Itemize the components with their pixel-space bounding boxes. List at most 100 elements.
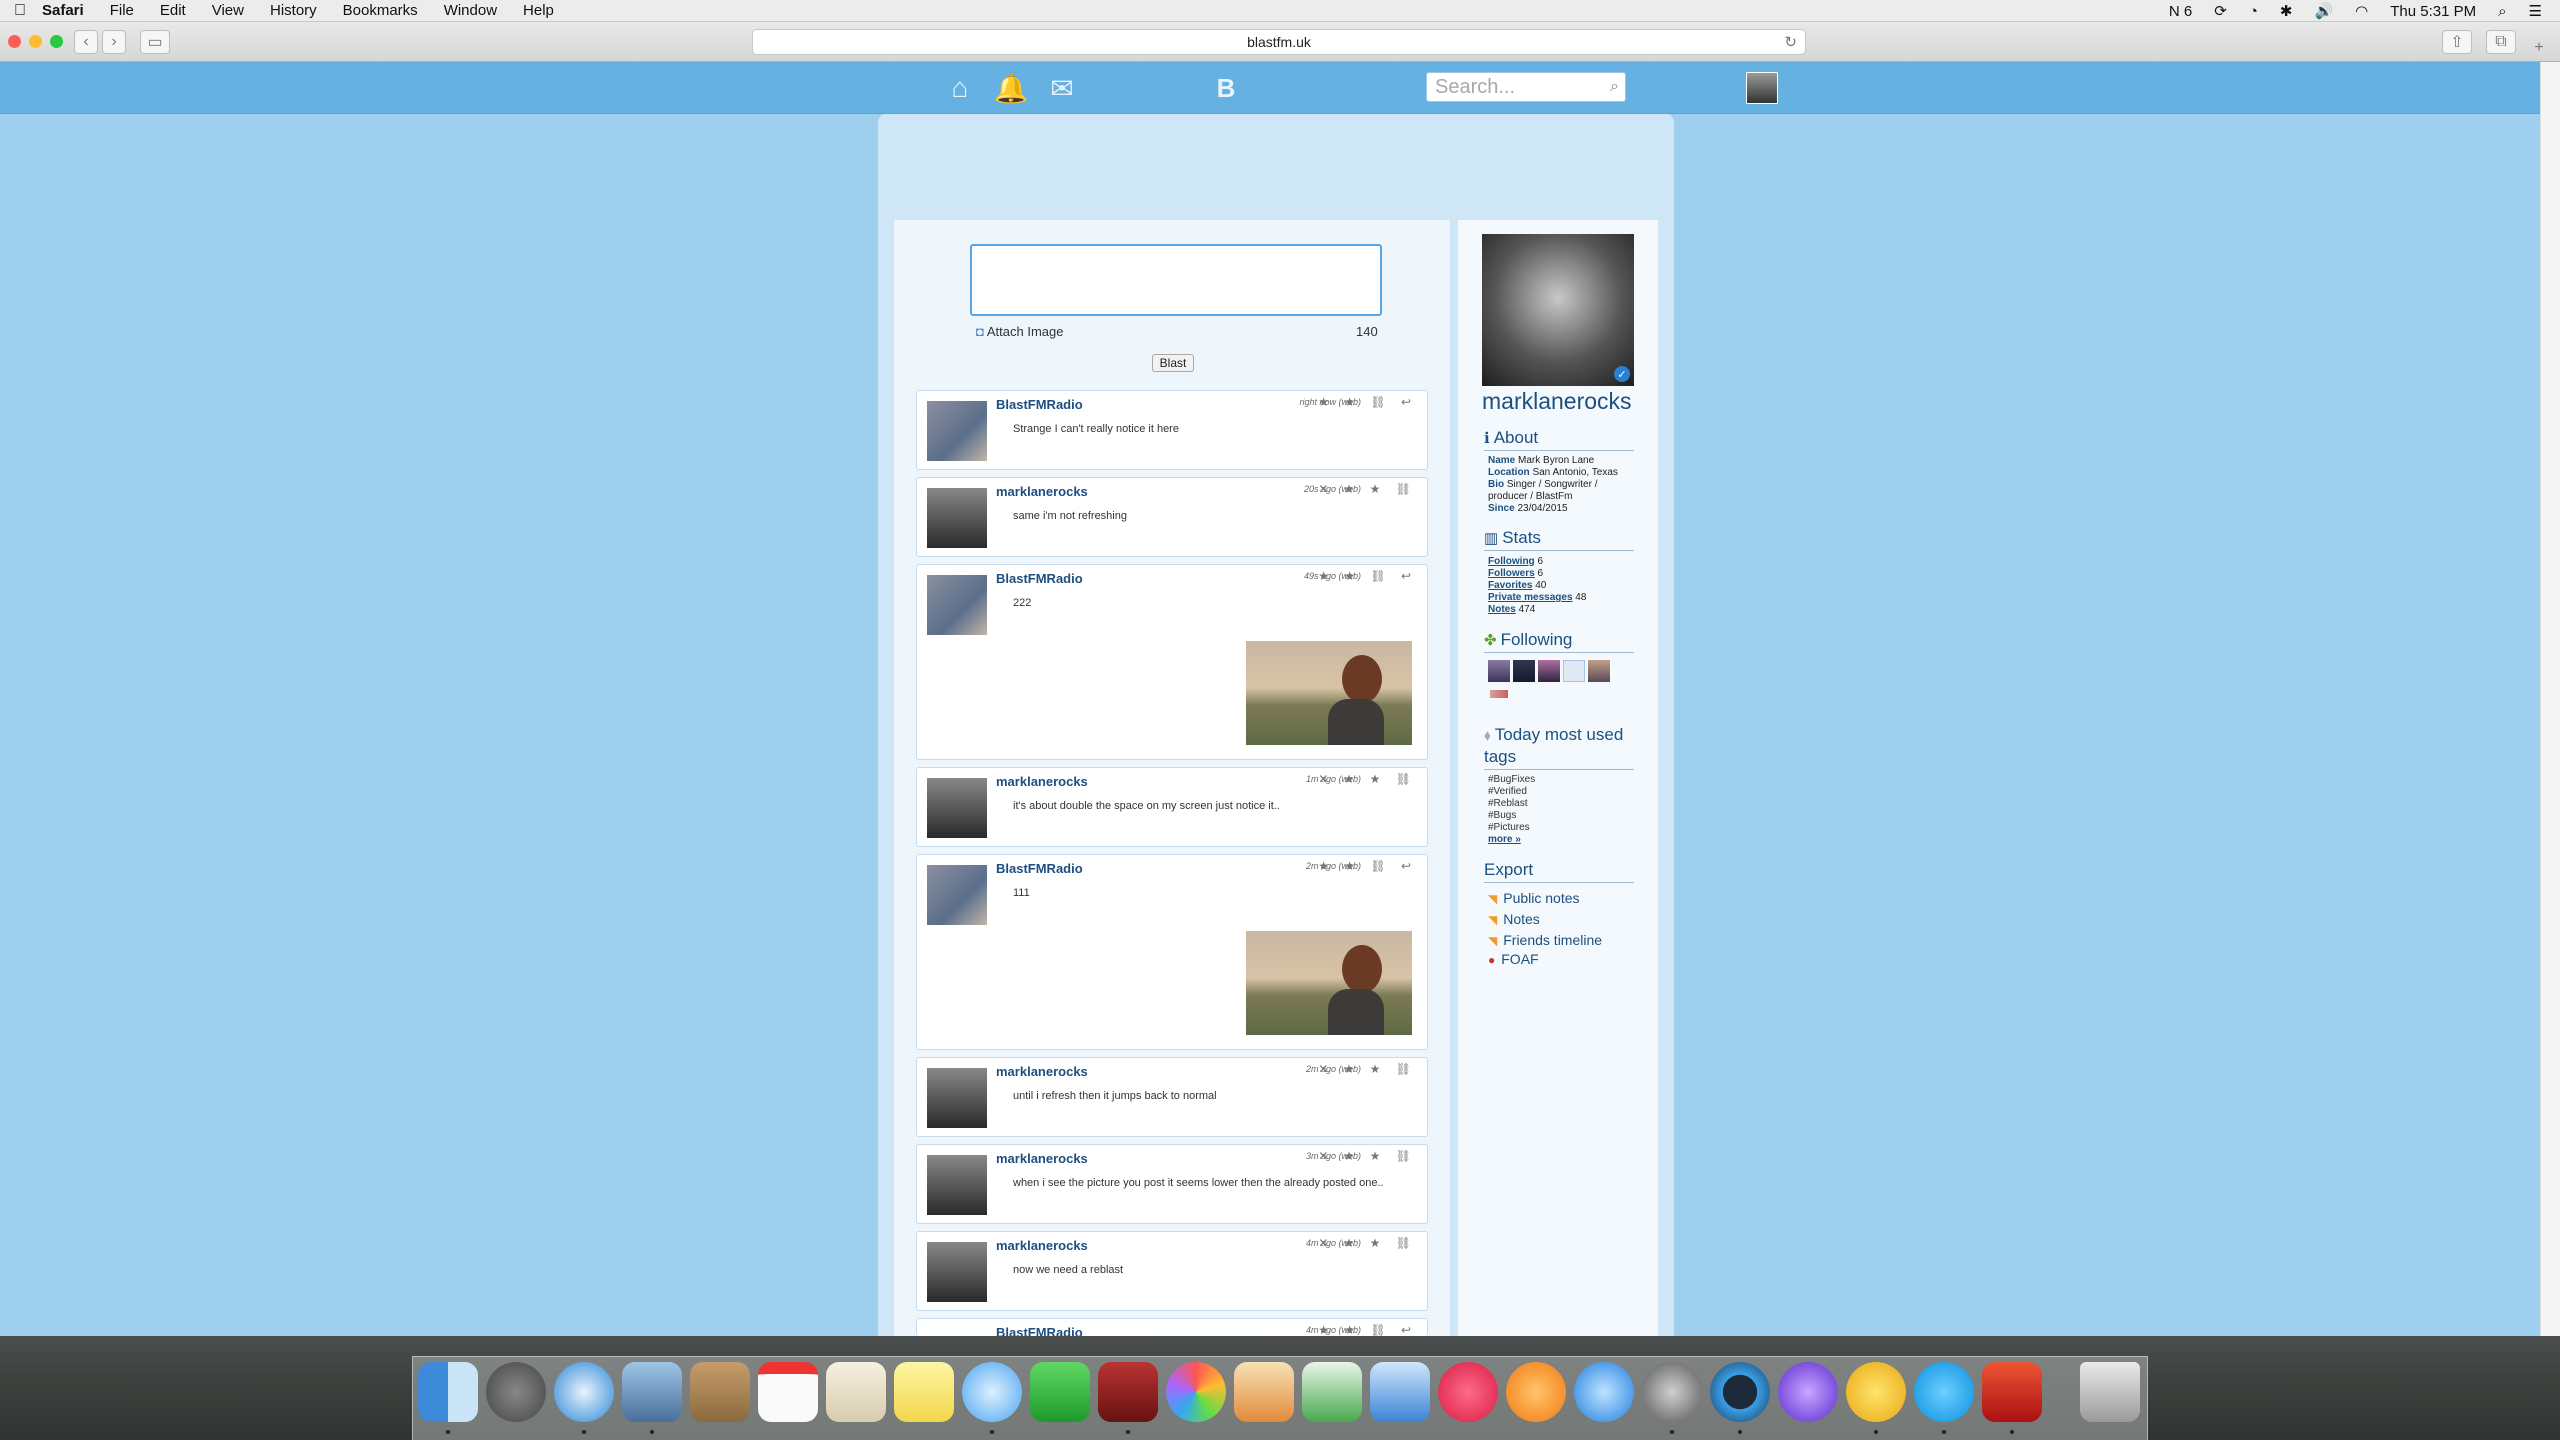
page-scrollbar[interactable] xyxy=(2540,62,2560,1336)
safari-icon[interactable] xyxy=(554,1362,614,1422)
post-username[interactable]: marklanerocks xyxy=(996,1064,1088,1079)
header-avatar[interactable] xyxy=(1746,72,1778,104)
app-store-icon[interactable] xyxy=(1574,1362,1634,1422)
post-image[interactable] xyxy=(1246,641,1412,745)
tabs-overview-button[interactable]: ⧉ xyxy=(2486,30,2516,54)
apple-menu-icon[interactable]:  xyxy=(14,2,42,20)
share-button[interactable]: ⇧ xyxy=(2442,30,2472,54)
address-bar[interactable]: blastfm.uk ↻ xyxy=(752,29,1806,55)
following-avatar[interactable] xyxy=(1538,660,1560,682)
post-avatar[interactable] xyxy=(927,1068,987,1128)
post-username[interactable]: marklanerocks xyxy=(996,1151,1088,1166)
wifi-icon[interactable]: ◠ xyxy=(2355,2,2368,20)
post-avatar[interactable] xyxy=(927,488,987,548)
sync-icon[interactable]: ⟳ xyxy=(2214,2,2227,20)
new-tab-button[interactable]: + xyxy=(2528,36,2550,60)
cyberduck-icon[interactable] xyxy=(1846,1362,1906,1422)
back-button[interactable]: ‹ xyxy=(74,30,98,54)
menu-help[interactable]: Help xyxy=(523,2,554,19)
tag-item[interactable]: #Bugs xyxy=(1488,810,1516,821)
profile-avatar[interactable]: ✓ xyxy=(1482,234,1634,386)
imovie-icon[interactable] xyxy=(1778,1362,1838,1422)
tag-item[interactable]: #Verified xyxy=(1488,786,1527,797)
notes-icon[interactable] xyxy=(894,1362,954,1422)
mail-icon[interactable] xyxy=(622,1362,682,1422)
photos-icon[interactable] xyxy=(1166,1362,1226,1422)
notification-center-icon[interactable]: ☰ xyxy=(2529,2,2542,20)
post-actions[interactable]: ★ ★ ⛓ ↩ xyxy=(1318,395,1417,409)
notifications-icon[interactable]: 🔔 xyxy=(994,72,1029,104)
search-icon[interactable]: ⌕ xyxy=(1610,73,1619,101)
menu-window[interactable]: Window xyxy=(444,2,497,19)
following-avatar[interactable] xyxy=(1490,690,1508,698)
finder-icon[interactable] xyxy=(418,1362,478,1422)
volume-icon[interactable]: 🔊 xyxy=(2314,2,2333,20)
export-notes[interactable]: ◥ Notes xyxy=(1488,911,1540,927)
ibooks-icon[interactable] xyxy=(1506,1362,1566,1422)
numbers-icon[interactable] xyxy=(1302,1362,1362,1422)
following-avatar[interactable] xyxy=(1588,660,1610,682)
post-avatar[interactable] xyxy=(927,1155,987,1215)
post-username[interactable]: marklanerocks xyxy=(996,1238,1088,1253)
export-friends-timeline[interactable]: ◥ Friends timeline xyxy=(1488,932,1602,948)
itunes-icon[interactable] xyxy=(1438,1362,1498,1422)
photo-booth-icon[interactable] xyxy=(1098,1362,1158,1422)
quicktime-icon[interactable] xyxy=(1710,1362,1770,1422)
post-username[interactable]: BlastFMRadio xyxy=(996,861,1083,876)
post-actions[interactable]: ✕ ★ ★ ⛓ xyxy=(1318,1062,1417,1076)
export-foaf[interactable]: ● FOAF xyxy=(1488,951,1539,967)
post-actions[interactable]: ★ ★ ⛓ ↩ xyxy=(1318,1323,1417,1337)
messages-icon[interactable]: ✉ xyxy=(1046,72,1078,104)
zoom-window-button[interactable] xyxy=(50,35,63,48)
more-tags-link[interactable]: more » xyxy=(1488,834,1521,845)
skype-icon[interactable] xyxy=(1914,1362,1974,1422)
clock[interactable]: Thu 5:31 PM xyxy=(2390,3,2476,20)
post-actions[interactable]: ✕ ★ ★ ⛓ xyxy=(1318,772,1417,786)
blast-button[interactable]: Blast xyxy=(1152,354,1194,372)
post-avatar[interactable] xyxy=(927,1242,987,1302)
contacts-icon[interactable] xyxy=(690,1362,750,1422)
facetime-icon[interactable] xyxy=(1030,1362,1090,1422)
post-avatar[interactable] xyxy=(927,575,987,635)
preview-icon[interactable] xyxy=(826,1362,886,1422)
post-actions[interactable]: ✕ ★ ★ ⛓ xyxy=(1318,1236,1417,1250)
sidebar-toggle-button[interactable]: ▭ xyxy=(140,30,170,54)
minimize-window-button[interactable] xyxy=(29,35,42,48)
post-avatar[interactable] xyxy=(927,778,987,838)
post-actions[interactable]: ★ ★ ⛓ ↩ xyxy=(1318,859,1417,873)
post-username[interactable]: marklanerocks xyxy=(996,484,1088,499)
time-machine-icon[interactable]: ◔ xyxy=(2249,3,2258,20)
post-actions[interactable]: ✕ ★ ★ ⛓ xyxy=(1318,1149,1417,1163)
post-username[interactable]: BlastFMRadio xyxy=(996,397,1083,412)
blastfm-logo-icon[interactable]: B xyxy=(1210,72,1242,104)
keynote-icon[interactable] xyxy=(1370,1362,1430,1422)
spotlight-icon[interactable]: ⌕ xyxy=(2498,3,2506,20)
system-preferences-icon[interactable] xyxy=(1642,1362,1702,1422)
tag-item[interactable]: #BugFixes xyxy=(1488,774,1535,785)
calendar-icon[interactable] xyxy=(758,1362,818,1422)
tag-item[interactable]: #Reblast xyxy=(1488,798,1527,809)
menu-bookmarks[interactable]: Bookmarks xyxy=(343,2,418,19)
post-actions[interactable]: ★ ★ ⛓ ↩ xyxy=(1318,569,1417,583)
menu-history[interactable]: History xyxy=(270,2,317,19)
trash-icon[interactable] xyxy=(2080,1362,2140,1422)
attach-image-link[interactable]: ◘ Attach Image xyxy=(976,324,1063,339)
menu-app-name[interactable]: Safari xyxy=(42,2,84,19)
menu-edit[interactable]: Edit xyxy=(160,2,186,19)
post-username[interactable]: BlastFMRadio xyxy=(996,571,1083,586)
post-image[interactable] xyxy=(1246,931,1412,1035)
following-avatar[interactable] xyxy=(1563,660,1585,682)
menu-file[interactable]: File xyxy=(110,2,134,19)
reload-icon[interactable]: ↻ xyxy=(1784,33,1797,51)
messages-app-icon[interactable] xyxy=(962,1362,1022,1422)
compose-textarea[interactable] xyxy=(970,244,1382,316)
tag-item[interactable]: #Pictures xyxy=(1488,822,1530,833)
menu-view[interactable]: View xyxy=(212,2,244,19)
notification-status[interactable]: N 6 xyxy=(2169,3,2192,20)
post-avatar[interactable] xyxy=(927,401,987,461)
export-public-notes[interactable]: ◥ Public notes xyxy=(1488,890,1580,906)
pages-icon[interactable] xyxy=(1234,1362,1294,1422)
post-avatar[interactable] xyxy=(927,865,987,925)
forward-button[interactable]: › xyxy=(102,30,126,54)
following-avatar[interactable] xyxy=(1513,660,1535,682)
